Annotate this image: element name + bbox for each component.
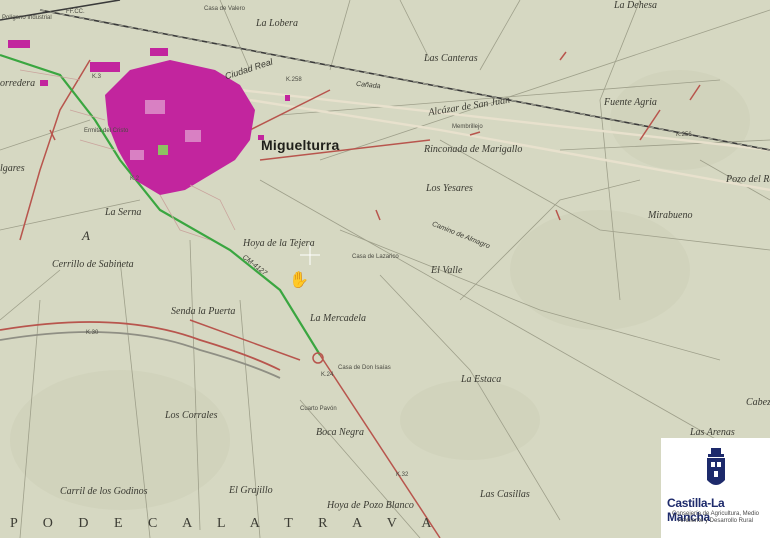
place-cabez: Cabez <box>746 397 770 408</box>
small-k258: K.258 <box>286 77 302 83</box>
crosshair-icon <box>300 245 320 265</box>
castilla-la-mancha-logo: Castilla-La Mancha Consejería de Agricul… <box>661 438 770 538</box>
place-carril: Carril de los Godinos <box>60 486 148 497</box>
place-el-valle: El Valle <box>431 265 463 276</box>
place-el-grajillo: El Grajillo <box>229 485 273 496</box>
coat-of-arms-icon <box>707 448 725 485</box>
place-orredera: orredera <box>0 78 36 89</box>
place-fuente-agria: Fuente Agria <box>604 97 657 108</box>
small-ermita: Ermita del Cristo <box>84 128 129 134</box>
small-k2: K.2 <box>130 176 140 182</box>
place-boca-negra: Boca Negra <box>316 427 365 438</box>
town-label: Miguelturra <box>261 137 340 153</box>
place-lgares: lgares <box>0 163 25 174</box>
small-k32: K.32 <box>396 472 409 478</box>
place-rinconada: Rinconada de Marigallo <box>424 144 523 155</box>
place-las-casillas: Las Casillas <box>480 489 530 500</box>
place-la-estaca: La Estaca <box>461 374 502 385</box>
place-la-lobera: La Lobera <box>256 18 298 29</box>
place-senda: Senda la Puerta <box>171 306 236 317</box>
place-letter-a: A <box>82 228 90 243</box>
small-casa-don-isaias: Casa de Don Isaías <box>338 365 391 371</box>
small-casa-valero: Casa de Valero <box>204 6 245 12</box>
small-casa-lazarico: Casa de Lazarico <box>352 254 399 260</box>
small-k24: K.24 <box>321 372 334 378</box>
small-k30: K.30 <box>86 330 99 336</box>
small-membrillejo: Membrillejo <box>452 124 483 130</box>
place-la-dehesa: La Dehesa <box>614 0 658 11</box>
region-label: P O D E C A L A T R A V A <box>10 516 443 531</box>
logo-subtitle: Consejería de Agricultura, Medio Ambient… <box>671 511 760 524</box>
small-ffcc: FF.CC. <box>66 9 85 15</box>
small-k256: K.256 <box>676 132 692 138</box>
small-cuarto-pavon: Cuarto Pavón <box>300 406 337 412</box>
place-mirabueno: Mirabueno <box>648 210 693 221</box>
place-los-corrales: Los Corrales <box>165 410 218 421</box>
place-hoya-pozo: Hoya de Pozo Blanco <box>327 500 414 511</box>
place-la-mercadela: La Mercadela <box>310 313 367 324</box>
hand-cursor-icon: ✋ <box>289 272 309 289</box>
place-poligono: Polígono Industrial <box>2 15 52 21</box>
place-pozo-del-re: Pozo del Re <box>726 174 770 185</box>
place-los-yesares: Los Yesares <box>426 183 473 194</box>
place-las-arenas: Las Arenas <box>690 427 735 438</box>
place-cerrillo: Cerrillo de Sabineta <box>52 259 134 270</box>
place-la-serna: La Serna <box>105 207 142 218</box>
place-las-canteras: Las Canteras <box>424 53 478 64</box>
small-k3: K.3 <box>92 74 102 80</box>
